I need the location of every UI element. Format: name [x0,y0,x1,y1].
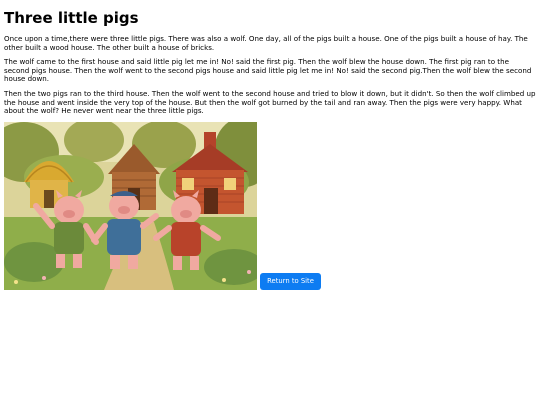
three-pigs-illustration [4,121,257,290]
story-page: Three little pigs Once upon a time,there… [0,0,540,290]
return-to-site-button[interactable]: Return to Site [260,272,321,290]
story-paragraph-3: Then the two pigs ran to the third house… [4,88,536,116]
image-row: Return to Site [4,121,536,290]
story-paragraph-2: The wolf came to the first house and sai… [4,57,532,84]
story-paragraph-1: Once upon a time,there were three little… [4,34,528,52]
page-title: Three little pigs [4,9,139,27]
